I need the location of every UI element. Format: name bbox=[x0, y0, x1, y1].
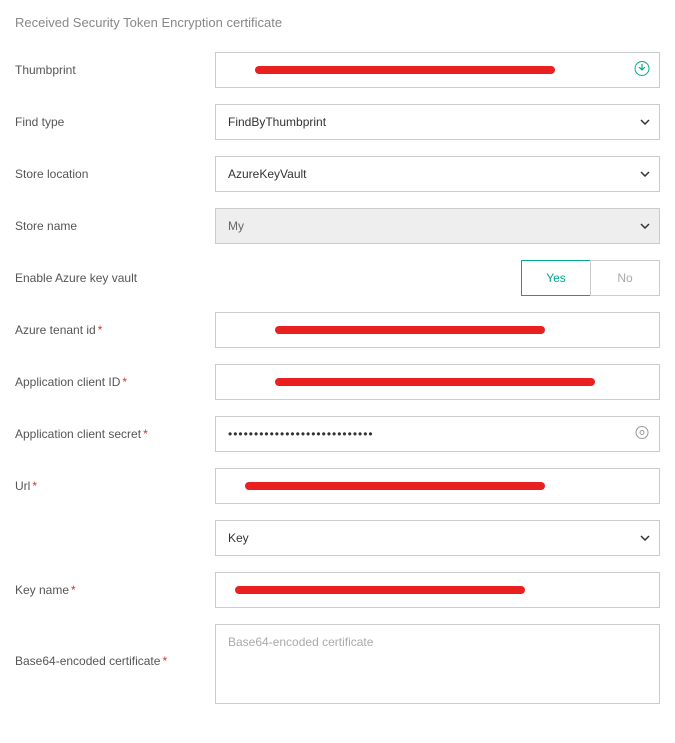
required-marker: * bbox=[122, 375, 127, 389]
required-marker: * bbox=[98, 323, 103, 337]
required-marker: * bbox=[162, 654, 167, 668]
label-key-name: Key name* bbox=[15, 583, 215, 597]
find-type-select[interactable]: FindByThumbprint bbox=[215, 104, 660, 140]
enable-akv-yes-button[interactable]: Yes bbox=[521, 260, 591, 296]
row-b64cert: Base64-encoded certificate* bbox=[15, 624, 660, 707]
redacted-tenant-id bbox=[275, 326, 545, 334]
enable-akv-toggle: Yes No bbox=[521, 260, 660, 296]
redacted-thumbprint bbox=[255, 66, 555, 74]
row-find-type: Find type FindByThumbprint bbox=[15, 104, 660, 140]
row-client-id: Application client ID* bbox=[15, 364, 660, 400]
required-marker: * bbox=[32, 479, 37, 493]
download-icon[interactable] bbox=[634, 61, 650, 80]
redacted-key-name bbox=[235, 586, 525, 594]
row-enable-akv: Enable Azure key vault Yes No bbox=[15, 260, 660, 296]
label-thumbprint: Thumbprint bbox=[15, 63, 215, 77]
enable-akv-no-button[interactable]: No bbox=[590, 260, 660, 296]
label-client-id: Application client ID* bbox=[15, 375, 215, 389]
row-tenant-id: Azure tenant id* bbox=[15, 312, 660, 348]
row-store-name: Store name My bbox=[15, 208, 660, 244]
client-secret-input[interactable] bbox=[215, 416, 660, 452]
label-client-secret: Application client secret* bbox=[15, 427, 215, 441]
label-store-name: Store name bbox=[15, 219, 215, 233]
label-enable-akv: Enable Azure key vault bbox=[15, 271, 215, 285]
required-marker: * bbox=[71, 583, 76, 597]
b64cert-textarea[interactable] bbox=[215, 624, 660, 704]
redacted-url bbox=[245, 482, 545, 490]
row-client-secret: Application client secret* bbox=[15, 416, 660, 452]
row-thumbprint: Thumbprint bbox=[15, 52, 660, 88]
row-store-location: Store location AzureKeyVault bbox=[15, 156, 660, 192]
label-url: Url* bbox=[15, 479, 215, 493]
reveal-password-icon[interactable] bbox=[634, 425, 650, 444]
store-location-select[interactable]: AzureKeyVault bbox=[215, 156, 660, 192]
label-b64cert: Base64-encoded certificate* bbox=[15, 624, 215, 668]
row-url: Url* bbox=[15, 468, 660, 504]
required-marker: * bbox=[143, 427, 148, 441]
store-name-select[interactable]: My bbox=[215, 208, 660, 244]
label-tenant-id: Azure tenant id* bbox=[15, 323, 215, 337]
section-title: Received Security Token Encryption certi… bbox=[15, 15, 660, 30]
redacted-client-id bbox=[275, 378, 595, 386]
row-key-type: Key bbox=[15, 520, 660, 556]
label-find-type: Find type bbox=[15, 115, 215, 129]
label-store-location: Store location bbox=[15, 167, 215, 181]
key-type-select[interactable]: Key bbox=[215, 520, 660, 556]
row-key-name: Key name* bbox=[15, 572, 660, 608]
